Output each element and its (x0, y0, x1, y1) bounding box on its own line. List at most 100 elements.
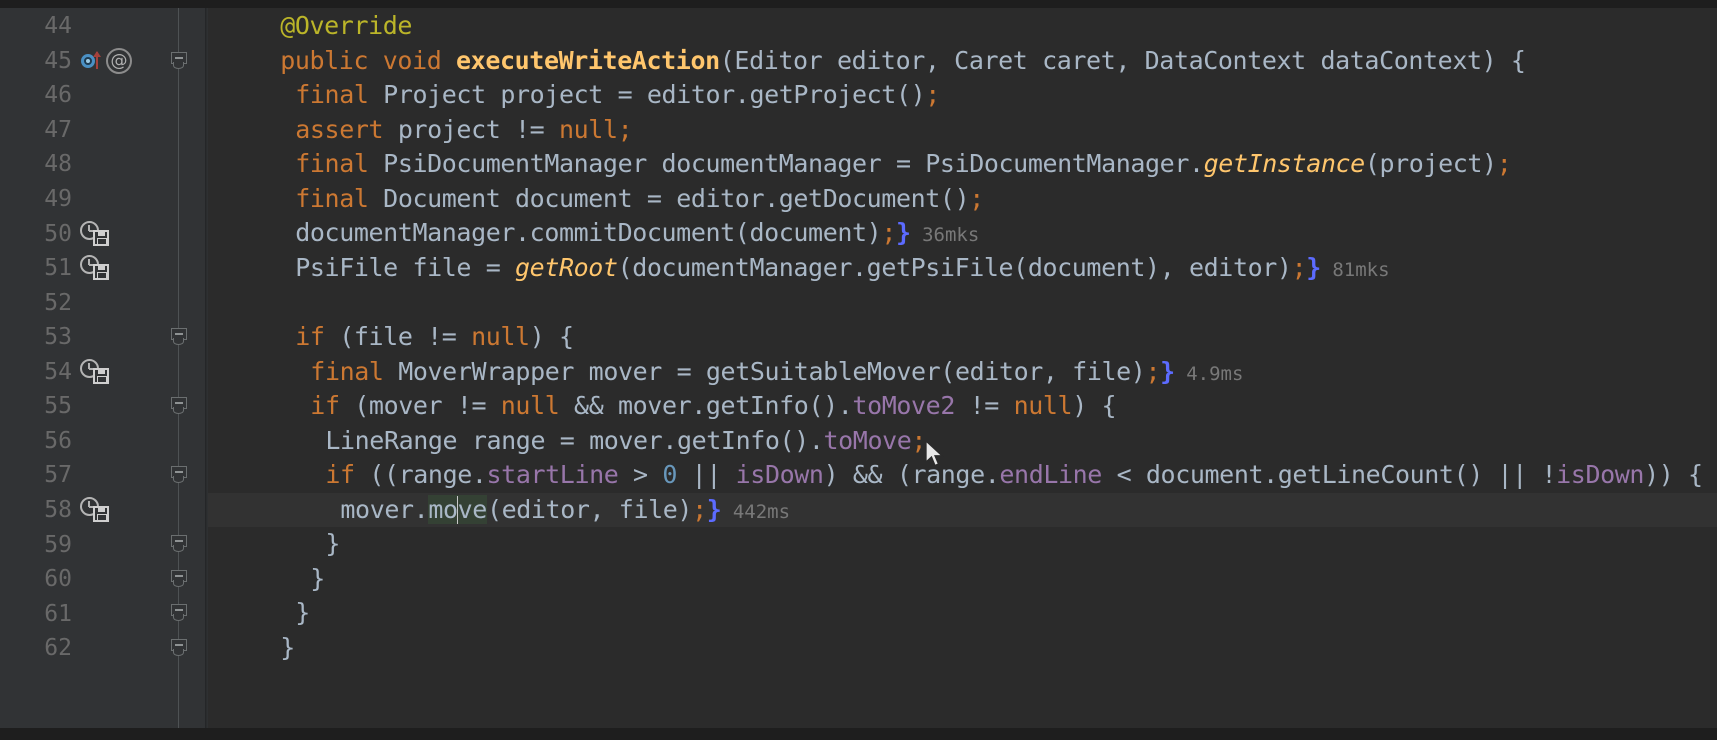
line-number: 48 (44, 151, 72, 178)
fold-end-marker[interactable] (171, 638, 187, 657)
inline-timing-hint[interactable]: 4.9ms (1175, 363, 1243, 385)
fold-collapse-marker[interactable] (171, 466, 187, 484)
code-line[interactable]: } (208, 562, 1717, 597)
code-line[interactable]: public void executeWriteAction(Editor ed… (208, 44, 1717, 79)
code-token: ) { (1072, 391, 1117, 421)
line-number: 51 (44, 255, 72, 282)
code-line-text: } (208, 598, 310, 627)
code-line-text: documentManager.commitDocument(document)… (208, 218, 979, 247)
fold-end-marker[interactable] (171, 535, 187, 553)
code-token: } (280, 632, 295, 662)
code-line[interactable]: final Project project = editor.getProjec… (208, 78, 1717, 113)
code-token: getInstance (1203, 149, 1366, 179)
code-token: ; (1496, 149, 1512, 179)
editor-gutter[interactable]: 44 45 @46 47 48 49 50 51 52 53 54 55 56 57 58 59 60 61 62 (0, 0, 208, 740)
fold-collapse-marker[interactable] (171, 327, 187, 346)
code-line[interactable]: LineRange range = mover.getInfo().toMove… (208, 424, 1717, 459)
code-token: if (310, 391, 340, 421)
code-token: executeWriteAction (456, 45, 720, 75)
code-line[interactable]: assert project != null; (208, 113, 1717, 148)
line-number: 54 (44, 358, 72, 385)
code-token: PsiFile file = (295, 252, 516, 282)
code-line[interactable]: final MoverWrapper mover = getSuitableMo… (208, 355, 1717, 390)
profiler-timing-icon[interactable] (80, 358, 112, 386)
code-token: null (471, 321, 530, 351)
window-top-edge (0, 0, 1717, 8)
line-number: 55 (44, 393, 72, 420)
code-line-text: LineRange range = mover.getInfo().toMove… (208, 426, 926, 455)
code-token: ve (457, 494, 487, 524)
line-number: 52 (44, 289, 72, 316)
gutter-row[interactable]: 52 (0, 285, 208, 320)
code-token: final (295, 149, 369, 179)
code-token: isDown (1556, 460, 1645, 490)
code-line-text: final MoverWrapper mover = getSuitableMo… (208, 357, 1243, 386)
gutter-row[interactable]: 46 (0, 78, 208, 113)
code-line-text: if (mover != null && mover.getInfo().toM… (208, 391, 1116, 420)
code-line[interactable]: @Override (208, 9, 1717, 44)
code-editor[interactable]: 44 45 @46 47 48 49 50 51 52 53 54 55 56 57 58 59 60 61 62 … (0, 0, 1717, 740)
code-token: (Editor editor, Caret caret, DataContext… (719, 45, 1526, 75)
profiler-timing-icon[interactable] (80, 220, 112, 248)
code-token: } (895, 218, 911, 248)
code-line-text: } (208, 633, 295, 662)
code-token: mo (428, 494, 458, 524)
code-token: endLine (999, 460, 1102, 490)
annotation-icon[interactable]: @ (106, 47, 132, 74)
fold-end-marker[interactable] (171, 569, 187, 588)
gutter-row[interactable]: 51 (0, 251, 208, 286)
code-token: final (295, 80, 369, 110)
code-line-text: final PsiDocumentManager documentManager… (208, 149, 1511, 178)
code-line[interactable]: documentManager.commitDocument(document)… (208, 216, 1717, 251)
line-number: 53 (44, 324, 72, 351)
code-text-area[interactable]: @Override public void executeWriteAction(… (208, 0, 1717, 740)
gutter-row[interactable]: 58 (0, 493, 208, 528)
code-line[interactable]: mover.move(editor, file);} 442ms (208, 493, 1717, 528)
profiler-timing-icon[interactable] (80, 254, 112, 282)
code-token: ) && (range. (823, 460, 1000, 490)
code-token: || (677, 460, 736, 490)
code-token: toMove2 (852, 391, 955, 421)
gutter-row[interactable]: 47 (0, 113, 208, 148)
code-line[interactable]: } (208, 527, 1717, 562)
code-token: final (310, 356, 384, 386)
code-line[interactable]: final PsiDocumentManager documentManager… (208, 147, 1717, 182)
code-line[interactable]: PsiFile file = getRoot(documentManager.g… (208, 251, 1717, 286)
code-token: (project) (1364, 149, 1497, 179)
code-line[interactable]: if (file != null) { (208, 320, 1717, 355)
code-line[interactable]: final Document document = editor.getDocu… (208, 182, 1717, 217)
code-token: ; (881, 218, 896, 248)
overridden-method-icon[interactable] (80, 50, 102, 72)
inline-timing-hint[interactable]: 81mks (1321, 259, 1389, 281)
code-token: } (325, 529, 340, 559)
gutter-row[interactable]: 50 (0, 216, 208, 251)
code-token: LineRange range = mover.getInfo(). (325, 425, 824, 455)
code-line[interactable]: } (208, 631, 1717, 666)
code-line[interactable]: } (208, 596, 1717, 631)
fold-end-marker[interactable] (171, 604, 187, 622)
line-number: 62 (44, 635, 72, 662)
code-token: @Override (280, 11, 413, 40)
code-token: if (325, 460, 355, 490)
gutter-row[interactable]: 49 (0, 182, 208, 217)
line-number: 60 (44, 566, 72, 593)
code-token: } (1160, 356, 1175, 386)
code-line[interactable] (208, 285, 1717, 320)
fold-collapse-marker[interactable] (171, 51, 187, 70)
gutter-row[interactable]: 48 (0, 147, 208, 182)
code-token: 0 (662, 460, 678, 490)
profiler-timing-icon[interactable] (80, 496, 112, 524)
inline-timing-hint[interactable]: 36mks (911, 224, 979, 246)
code-token: null (500, 391, 560, 421)
code-token: public (280, 45, 369, 75)
fold-collapse-marker[interactable] (171, 397, 187, 415)
gutter-row[interactable]: 54 (0, 355, 208, 390)
code-line[interactable]: if ((range.startLine > 0 || isDown) && (… (208, 458, 1717, 493)
gutter-row[interactable]: 56 (0, 424, 208, 459)
code-token: assert (295, 114, 384, 144)
gutter-row[interactable]: 44 (0, 9, 208, 44)
code-line[interactable]: if (mover != null && mover.getInfo().toM… (208, 389, 1717, 424)
inline-timing-hint[interactable]: 442ms (721, 501, 790, 523)
code-token: startLine (486, 460, 619, 490)
